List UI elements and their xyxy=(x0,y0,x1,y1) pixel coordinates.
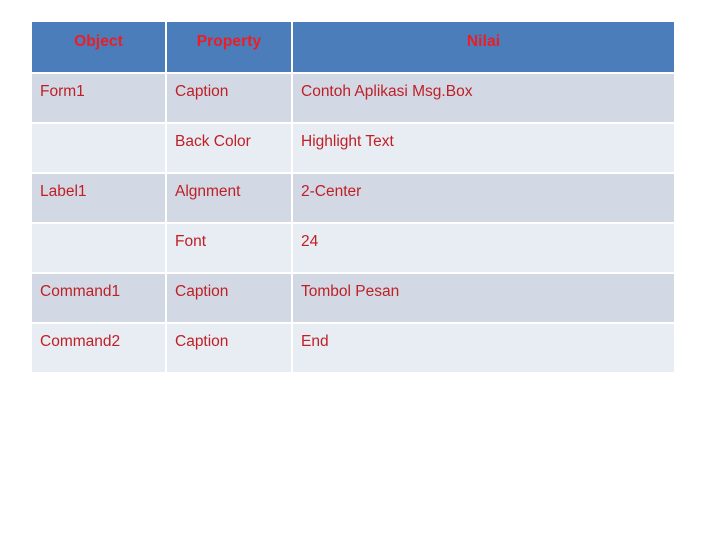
table-header: Object Property Nilai xyxy=(32,22,674,72)
column-header-nilai: Nilai xyxy=(293,22,674,72)
cell-property: Caption xyxy=(167,324,291,372)
cell-object: Label1 xyxy=(32,174,165,222)
table-row: Back Color Highlight Text xyxy=(32,124,674,172)
cell-object xyxy=(32,124,165,172)
cell-property: Algnment xyxy=(167,174,291,222)
table-header-row: Object Property Nilai xyxy=(32,22,674,72)
cell-property: Back Color xyxy=(167,124,291,172)
table-row: Form1 Caption Contoh Aplikasi Msg.Box xyxy=(32,74,674,122)
table-row: Command2 Caption End xyxy=(32,324,674,372)
column-header-property: Property xyxy=(167,22,291,72)
cell-nilai: Tombol Pesan xyxy=(293,274,674,322)
cell-nilai: Highlight Text xyxy=(293,124,674,172)
table-body: Form1 Caption Contoh Aplikasi Msg.Box Ba… xyxy=(32,74,674,372)
cell-nilai: Contoh Aplikasi Msg.Box xyxy=(293,74,674,122)
cell-object: Form1 xyxy=(32,74,165,122)
cell-property: Caption xyxy=(167,274,291,322)
cell-object xyxy=(32,224,165,272)
table-row: Font 24 xyxy=(32,224,674,272)
table-row: Label1 Algnment 2-Center xyxy=(32,174,674,222)
column-header-object: Object xyxy=(32,22,165,72)
table-row: Command1 Caption Tombol Pesan xyxy=(32,274,674,322)
cell-nilai: 24 xyxy=(293,224,674,272)
cell-property: Font xyxy=(167,224,291,272)
cell-object: Command1 xyxy=(32,274,165,322)
object-property-table: Object Property Nilai Form1 Caption Cont… xyxy=(30,20,676,374)
cell-nilai: 2-Center xyxy=(293,174,674,222)
cell-object: Command2 xyxy=(32,324,165,372)
cell-nilai: End xyxy=(293,324,674,372)
cell-property: Caption xyxy=(167,74,291,122)
page-canvas: Object Property Nilai Form1 Caption Cont… xyxy=(0,0,720,540)
